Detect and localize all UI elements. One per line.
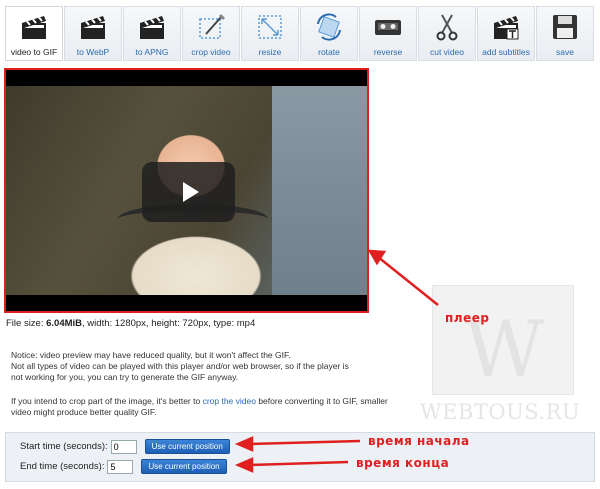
- tool-cut-video[interactable]: cut video: [418, 6, 476, 61]
- tool-to-webp[interactable]: to WebP: [64, 6, 122, 61]
- annotation-end-time: время конца: [356, 456, 450, 470]
- tool-save[interactable]: save: [536, 6, 594, 61]
- end-use-current-button[interactable]: Use current position: [141, 459, 227, 474]
- start-use-current-button[interactable]: Use current position: [144, 439, 230, 454]
- toolbar: video to GIF to WebP to APNG crop video …: [5, 6, 594, 61]
- tool-label: video to GIF: [10, 47, 58, 57]
- subtitles-icon: [489, 10, 523, 44]
- cassette-icon: [371, 10, 405, 44]
- clapperboard-icon: [135, 10, 169, 44]
- file-dimensions: , width: 1280px, height: 720px, type: mp…: [82, 318, 256, 329]
- crop-hint: If you intend to crop part of the image,…: [11, 396, 396, 418]
- tool-label: crop video: [191, 47, 231, 57]
- tool-rotate[interactable]: rotate: [300, 6, 358, 61]
- end-time-input[interactable]: [107, 459, 134, 474]
- crop-video-link[interactable]: crop the video: [203, 396, 256, 406]
- rotate-icon: [312, 10, 346, 44]
- end-time-label: End time (seconds):: [20, 461, 105, 472]
- time-panel: Start time (seconds): Use current positi…: [5, 432, 595, 482]
- tool-label: save: [556, 47, 574, 57]
- tool-label: rotate: [318, 47, 340, 57]
- tool-label: resize: [258, 47, 282, 57]
- notice-line: Not all types of video can be played wit…: [11, 361, 349, 371]
- crop-icon: [194, 10, 228, 44]
- start-time-row: Start time (seconds): Use current positi…: [20, 439, 230, 454]
- play-icon: [182, 182, 199, 202]
- file-size-value: 6.04MiB: [46, 318, 83, 329]
- tool-label: add subtitles: [482, 47, 530, 57]
- floppy-disk-icon: [548, 10, 582, 44]
- tool-reverse[interactable]: reverse: [359, 6, 417, 61]
- tool-label: to APNG: [135, 47, 169, 57]
- file-size-label: File size:: [6, 318, 44, 329]
- clapperboard-icon: [17, 10, 51, 44]
- annotation-player: плеер: [445, 311, 490, 325]
- tool-label: cut video: [429, 47, 465, 57]
- scissors-icon: [430, 10, 464, 44]
- file-info: File size: 6.04MiB, width: 1280px, heigh…: [6, 318, 255, 329]
- notice-line: not working for you, you can try to gene…: [11, 372, 239, 382]
- hint-text: If you intend to crop part of the image,…: [11, 396, 203, 406]
- tool-crop-video[interactable]: crop video: [182, 6, 240, 61]
- start-time-label: Start time (seconds):: [20, 441, 108, 452]
- tool-label: reverse: [373, 47, 403, 57]
- start-time-input[interactable]: [110, 439, 137, 454]
- video-background: [272, 86, 367, 295]
- notice-text: Notice: video preview may have reduced q…: [11, 350, 391, 383]
- tool-to-apng[interactable]: to APNG: [123, 6, 181, 61]
- tool-label: to WebP: [76, 47, 110, 57]
- resize-icon: [253, 10, 287, 44]
- tool-add-subtitles[interactable]: add subtitles: [477, 6, 535, 61]
- annotation-start-time: время начала: [368, 434, 470, 448]
- tool-video-to-gif[interactable]: video to GIF: [5, 6, 63, 61]
- notice-line: Notice: video preview may have reduced q…: [11, 350, 291, 360]
- watermark-text: WEBTOUS.RU: [420, 400, 581, 424]
- tool-resize[interactable]: resize: [241, 6, 299, 61]
- end-time-row: End time (seconds): Use current position: [20, 459, 227, 474]
- video-player[interactable]: [4, 68, 369, 313]
- play-button[interactable]: [142, 162, 235, 222]
- clapperboard-icon: [76, 10, 110, 44]
